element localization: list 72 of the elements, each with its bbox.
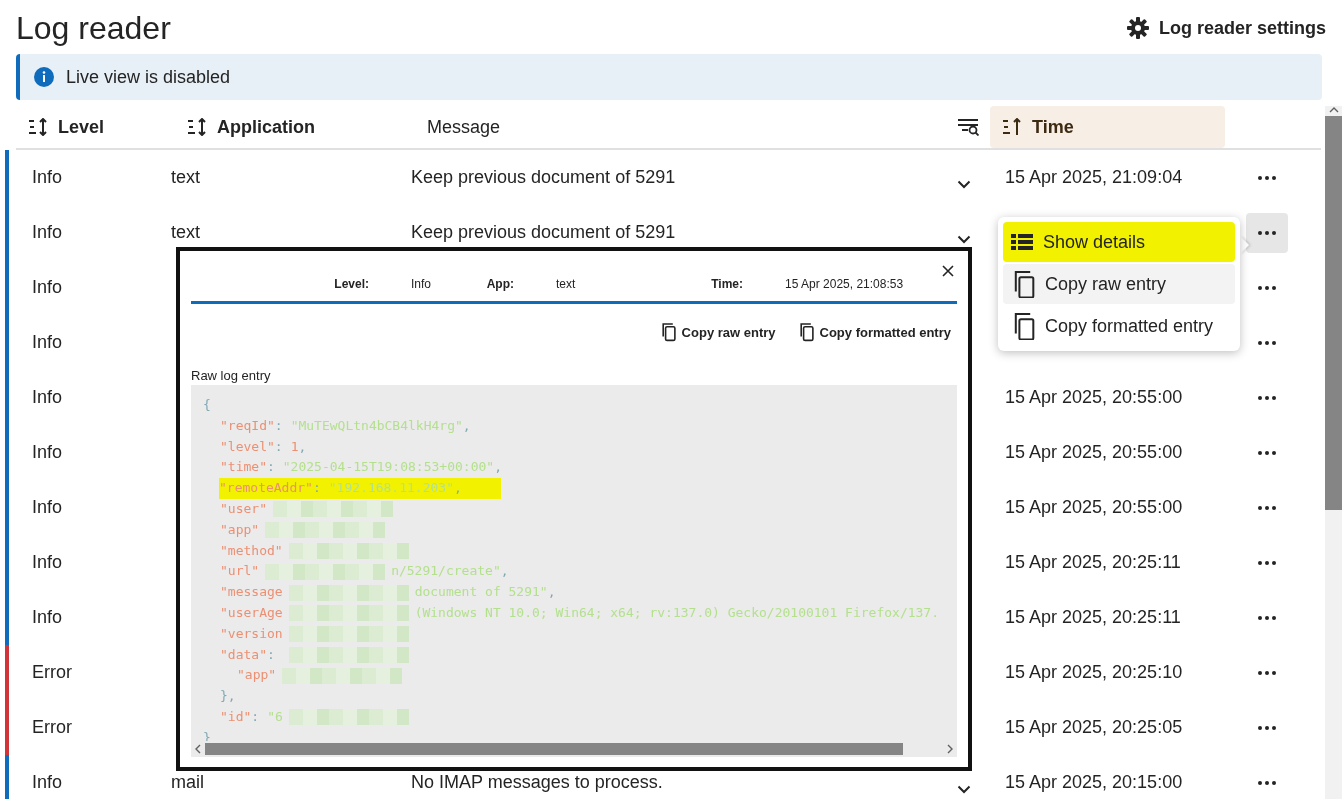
field-label: App:: [485, 277, 514, 291]
code-text: "user": [220, 500, 267, 518]
code-text: ,: [298, 437, 307, 456]
code-text: "url": [220, 562, 260, 581]
time-cell-text: 15 Apr 2025, 21:09:04: [1004, 167, 1184, 188]
code-text: "level": [220, 437, 275, 456]
code-text: "id": [220, 707, 252, 726]
message-cell-text: Keep previous document of 5291: [411, 167, 677, 188]
level-cell-text: Info: [31, 277, 64, 298]
time-cell-text: 15 Apr 2025, 20:55:00: [1004, 387, 1184, 408]
code-text: ,: [462, 416, 471, 435]
time-cell-text: 15 Apr 2025, 20:25:11: [1004, 607, 1182, 628]
message-cell-text: No IMAP messages to process.: [411, 772, 664, 793]
time-cell-text: 15 Apr 2025, 20:55:00: [1004, 497, 1184, 518]
code-text: :: [266, 645, 275, 664]
level-cell-text: Info: [31, 772, 64, 793]
time-cell-text: 15 Apr 2025, 20:15:00: [1004, 772, 1184, 793]
code-text: "MuTEwQLtn4bCB4lkH4rg": [290, 416, 463, 435]
application-cell-text: text: [171, 167, 201, 188]
field-label: Time:: [710, 277, 743, 291]
code-text: "method": [220, 541, 283, 560]
level-cell-text: Info: [31, 222, 64, 243]
level-cell-text: Info: [31, 167, 64, 188]
field-value: Info: [410, 277, 432, 291]
time-cell-text: 15 Apr 2025, 20:55:00: [1004, 442, 1184, 463]
message-cell-text: Keep previous document of 5291: [411, 222, 677, 243]
field-label: Level:: [333, 277, 369, 291]
code-text: :: [274, 437, 283, 456]
code-text: "reqId": [220, 416, 275, 435]
code-text: ,: [547, 583, 556, 602]
page-title: Log reader: [16, 9, 171, 47]
application-cell-text: mail: [171, 772, 205, 793]
level-cell-text: Info: [31, 552, 64, 573]
level-cell-text: Info: [31, 332, 64, 353]
time-cell-text: 15 Apr 2025, 20:25:11: [1004, 552, 1182, 573]
code-text: ,: [454, 479, 462, 498]
section-label: Raw log entry: [191, 368, 272, 383]
time-cell-text: 15 Apr 2025, 20:25:05: [1004, 717, 1184, 738]
code-text: "data": [220, 645, 267, 664]
level-cell-text: Error: [31, 662, 73, 683]
code-text: :: [251, 707, 260, 726]
level-cell-text: Info: [31, 442, 64, 463]
code-text: ,: [500, 562, 509, 581]
code-text: {: [203, 396, 211, 414]
time-cell-text: 15 Apr 2025, 20:25:10: [1004, 662, 1184, 683]
code-text: n/5291/create": [391, 562, 501, 581]
level-cell-text: Error: [31, 717, 73, 738]
code-text: "app": [220, 520, 260, 539]
level-cell-text: Info: [31, 607, 64, 628]
field-value: 15 Apr 2025, 21:08:53: [784, 277, 905, 291]
code-text: "message: [220, 583, 283, 602]
code-text: },: [220, 687, 236, 706]
code-text: :: [274, 416, 283, 435]
code-text: "app": [237, 666, 277, 685]
code-text: :: [312, 479, 321, 498]
application-cell-text: text: [171, 222, 201, 243]
code-text: :: [266, 458, 275, 477]
code-text: "6: [267, 707, 283, 726]
code-text: "remoteAddr": [219, 479, 313, 498]
code-text: 1: [290, 437, 299, 456]
banner-text: Live view is disabled: [66, 66, 231, 88]
code-text: "2025-04-15T19:08:53+00:00": [282, 458, 495, 477]
code-text: document of 5291": [414, 583, 548, 602]
code-text: "userAge: [220, 603, 283, 622]
code-text: (Windows NT 10.0; Win64; x64; rv:137.0) Gecko/20100101 Firefox/137.: [414, 603, 939, 622]
code-text: ,: [494, 458, 502, 477]
field-value: text: [555, 277, 577, 291]
level-cell-text: Info: [31, 497, 64, 518]
code-text: "version: [220, 624, 283, 643]
level-cell-text: Info: [31, 387, 64, 408]
code-text: "time": [220, 458, 267, 477]
code-text: "192.168.11.203": [328, 479, 454, 498]
